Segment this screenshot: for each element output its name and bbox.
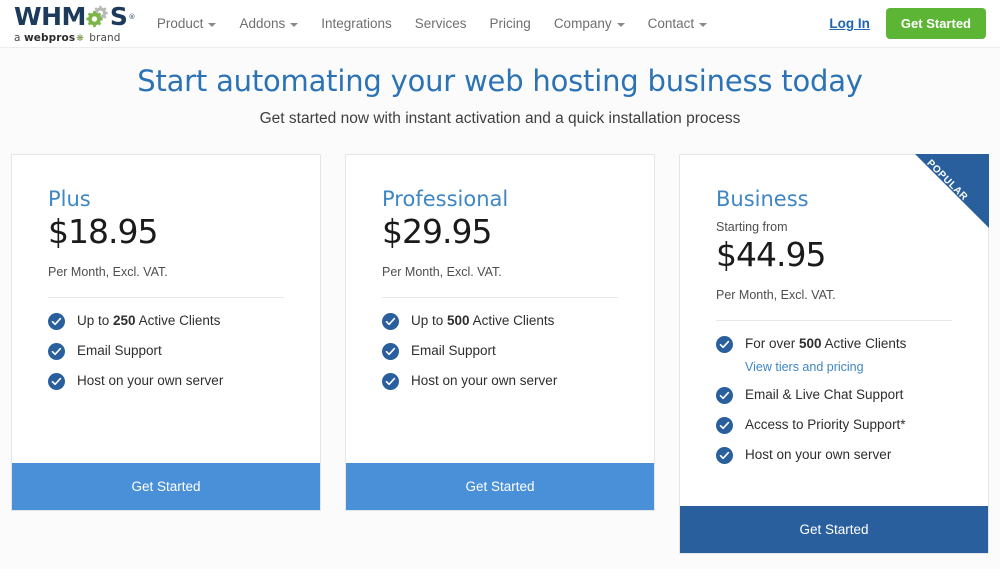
check-icon bbox=[382, 313, 399, 331]
feature-text: Host on your own server bbox=[411, 373, 558, 389]
nav-label-services: Services bbox=[414, 16, 467, 31]
pricing-card-business: POPULAR Business Starting from $44.95 Pe… bbox=[679, 154, 989, 554]
logo-text-whm: WHM bbox=[14, 2, 86, 31]
feature-item: Email & Live Chat Support bbox=[716, 387, 952, 405]
card-body-plus: Plus $18.95 Per Month, Excl. VAT. Up to … bbox=[12, 155, 320, 463]
main-nav-links: Product Addons Integrations Services Pri… bbox=[157, 0, 708, 47]
nav-item-pricing[interactable]: Pricing bbox=[490, 16, 531, 31]
nav-label-contact: Contact bbox=[647, 16, 695, 31]
feature-text: Email Support bbox=[77, 343, 162, 359]
tagline-suffix: brand bbox=[85, 31, 121, 44]
logo-tagline: a webpros❋ brand bbox=[14, 31, 135, 44]
pricing-cards: Plus $18.95 Per Month, Excl. VAT. Up to … bbox=[0, 128, 1000, 554]
card-divider bbox=[48, 297, 284, 299]
nav-item-addons[interactable]: Addons bbox=[239, 16, 299, 31]
tagline-prefix: a bbox=[14, 31, 24, 44]
feature-text: Up to 500 Active Clients bbox=[411, 313, 555, 329]
gear-icon bbox=[85, 4, 110, 29]
nav-item-integrations[interactable]: Integrations bbox=[321, 16, 392, 31]
plan-name-business: Business bbox=[716, 187, 809, 211]
nav-item-product[interactable]: Product bbox=[157, 16, 217, 31]
check-icon bbox=[716, 387, 733, 405]
chevron-down-icon bbox=[699, 22, 708, 27]
webpros-mark-icon: ❋ bbox=[76, 33, 84, 44]
tagline-webpros: webpros bbox=[23, 31, 76, 44]
card-divider bbox=[382, 297, 618, 299]
plan-starting-from-business: Starting from bbox=[716, 220, 788, 235]
login-link[interactable]: Log In bbox=[829, 16, 870, 31]
feature-item: Up to 500 Active Clients bbox=[382, 313, 618, 331]
check-icon bbox=[716, 336, 733, 354]
plan-name-professional: Professional bbox=[382, 187, 509, 211]
nav-actions: Log In Get Started bbox=[829, 8, 986, 39]
chevron-down-icon bbox=[290, 22, 299, 27]
check-icon bbox=[48, 313, 65, 331]
feature-item: Email Support bbox=[382, 343, 618, 361]
plan-price-business: $44.95 bbox=[716, 235, 826, 275]
feature-text: Access to Priority Support* bbox=[745, 417, 906, 433]
check-icon bbox=[716, 417, 733, 435]
chevron-down-icon bbox=[616, 22, 625, 27]
check-icon bbox=[48, 343, 65, 361]
plan-price-note-professional: Per Month, Excl. VAT. bbox=[382, 265, 502, 280]
business-get-started-button[interactable]: Get Started bbox=[680, 506, 988, 553]
professional-get-started-button[interactable]: Get Started bbox=[346, 463, 654, 510]
nav-label-company: Company bbox=[553, 16, 612, 31]
feature-item: Host on your own server bbox=[48, 373, 284, 391]
whmcs-logo[interactable]: WHM S ® a webpros❋ brand bbox=[14, 4, 135, 44]
hero-section: Start automating your web hosting busine… bbox=[0, 48, 1000, 128]
nav-item-services[interactable]: Services bbox=[415, 16, 467, 31]
feature-item: Host on your own server bbox=[716, 447, 952, 465]
check-icon bbox=[716, 447, 733, 465]
feature-item: Up to 250 Active Clients bbox=[48, 313, 284, 331]
logo-text-s: S bbox=[109, 2, 128, 31]
plus-get-started-button[interactable]: Get Started bbox=[12, 463, 320, 510]
nav-label-addons: Addons bbox=[239, 16, 286, 31]
card-body-professional: Professional $29.95 Per Month, Excl. VAT… bbox=[346, 155, 654, 463]
chevron-down-icon bbox=[208, 22, 217, 27]
pricing-card-plus: Plus $18.95 Per Month, Excl. VAT. Up to … bbox=[11, 154, 321, 511]
nav-item-contact[interactable]: Contact bbox=[648, 16, 708, 31]
feature-item: For over 500 Active Clients bbox=[716, 336, 952, 354]
plan-name-plus: Plus bbox=[48, 187, 91, 211]
top-navigation-bar: WHM S ® a webpros❋ brand Product Addons … bbox=[0, 0, 1000, 48]
card-divider bbox=[716, 320, 952, 322]
page-title: Start automating your web hosting busine… bbox=[137, 64, 863, 98]
logo-wordmark: WHM S ® bbox=[14, 4, 135, 30]
registered-trademark-icon: ® bbox=[128, 13, 135, 21]
feature-list-plus: Up to 250 Active Clients Email Support H… bbox=[48, 313, 284, 391]
nav-label-product: Product bbox=[156, 16, 204, 31]
plan-price-note-plus: Per Month, Excl. VAT. bbox=[48, 265, 168, 280]
nav-label-integrations: Integrations bbox=[321, 16, 392, 31]
check-icon bbox=[382, 343, 399, 361]
plan-price-note-business: Per Month, Excl. VAT. bbox=[716, 288, 836, 303]
check-icon bbox=[48, 373, 65, 391]
nav-item-company[interactable]: Company bbox=[554, 16, 625, 31]
feature-list-professional: Up to 500 Active Clients Email Support H… bbox=[382, 313, 618, 391]
feature-text: Email Support bbox=[411, 343, 496, 359]
check-icon bbox=[382, 373, 399, 391]
pricing-card-professional: Professional $29.95 Per Month, Excl. VAT… bbox=[345, 154, 655, 511]
plan-price-plus: $18.95 bbox=[48, 212, 158, 252]
feature-text: Host on your own server bbox=[745, 447, 892, 463]
feature-item: Access to Priority Support* bbox=[716, 417, 952, 435]
nav-label-pricing: Pricing bbox=[489, 16, 531, 31]
view-tiers-and-pricing-link[interactable]: View tiers and pricing bbox=[745, 360, 952, 374]
feature-text: Up to 250 Active Clients bbox=[77, 313, 221, 329]
plan-price-professional: $29.95 bbox=[382, 212, 492, 252]
feature-item: Host on your own server bbox=[382, 373, 618, 391]
feature-list-business: For over 500 Active Clients View tiers a… bbox=[716, 336, 952, 465]
card-body-business: Business Starting from $44.95 Per Month,… bbox=[680, 155, 988, 506]
feature-text: For over 500 Active Clients bbox=[745, 336, 907, 352]
page-subtitle: Get started now with instant activation … bbox=[259, 110, 741, 127]
feature-text: Host on your own server bbox=[77, 373, 224, 389]
header-get-started-button[interactable]: Get Started bbox=[885, 8, 986, 39]
feature-text: Email & Live Chat Support bbox=[745, 387, 904, 403]
feature-item: Email Support bbox=[48, 343, 284, 361]
